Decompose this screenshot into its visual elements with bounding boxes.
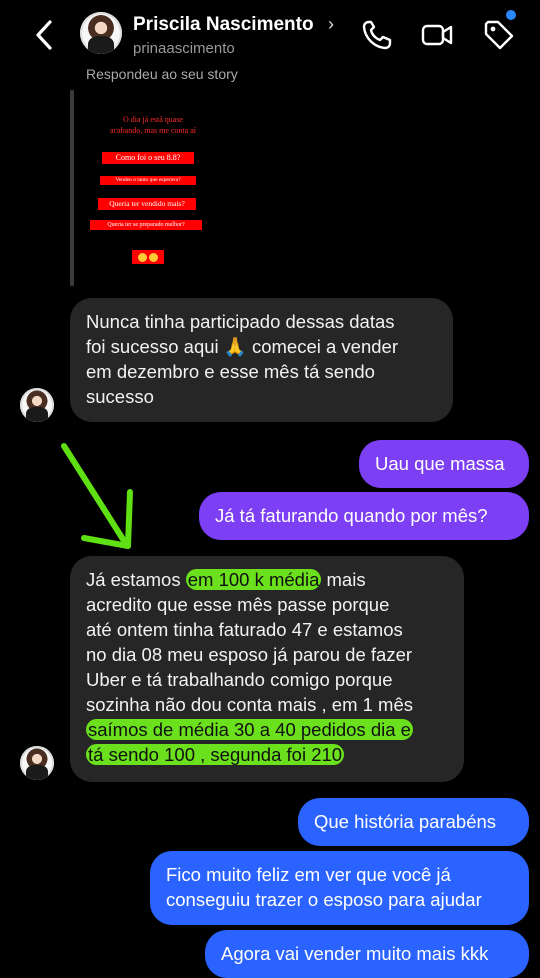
outgoing-message[interactable]: Já tá faturando quando por mês? bbox=[199, 492, 529, 540]
story-question-4: Queria ter se preparado melhor? bbox=[90, 220, 202, 230]
outgoing-message[interactable]: Agora vai vender muito mais kkk bbox=[205, 930, 529, 978]
outgoing-message[interactable]: Que história parabéns bbox=[298, 798, 529, 846]
outgoing-message[interactable]: Fico muito feliz em ver que você já cons… bbox=[150, 851, 529, 925]
incoming-message[interactable]: Já estamos em 100 k média mais acredito … bbox=[70, 556, 464, 782]
green-arrow-annotation bbox=[61, 443, 133, 549]
story-question-1: Como foi o seu 8.8? bbox=[102, 152, 194, 164]
tag-icon[interactable] bbox=[482, 18, 516, 52]
chevron-right-icon[interactable]: › bbox=[328, 14, 334, 35]
story-reply-label: Respondeu ao seu story bbox=[86, 66, 238, 82]
highlighted-text: em 100 k média bbox=[185, 569, 322, 590]
highlighted-text: saímos de média 30 a 40 pedidos dia e bbox=[86, 719, 413, 740]
highlighted-text: tá sendo 100 , segunda foi 210 bbox=[86, 744, 345, 765]
notification-dot bbox=[506, 10, 516, 20]
chat-header: Priscila Nascimento › prinaascimento bbox=[0, 0, 540, 68]
story-question-3: Queria ter vendido mais? bbox=[98, 198, 196, 210]
story-question-2: Vendeu o tanto que esperava? bbox=[100, 176, 196, 185]
contact-avatar-small[interactable] bbox=[20, 746, 54, 780]
phone-icon[interactable] bbox=[360, 18, 394, 52]
story-emoji-sticker bbox=[132, 250, 164, 264]
video-icon[interactable] bbox=[420, 18, 454, 52]
incoming-message[interactable]: Nunca tinha participado dessas datas foi… bbox=[70, 298, 453, 422]
reply-indicator-bar bbox=[70, 90, 74, 286]
contact-avatar-small[interactable] bbox=[20, 388, 54, 422]
back-icon[interactable] bbox=[30, 18, 60, 52]
story-preview[interactable]: O dia já está quase acabando, mas me con… bbox=[86, 96, 220, 276]
outgoing-message[interactable]: Uau que massa bbox=[359, 440, 529, 488]
contact-username: prinaascimento bbox=[133, 40, 235, 57]
avatar[interactable] bbox=[80, 12, 122, 54]
story-title: O dia já está quase acabando, mas me con… bbox=[110, 115, 196, 135]
contact-name[interactable]: Priscila Nascimento bbox=[133, 14, 314, 36]
